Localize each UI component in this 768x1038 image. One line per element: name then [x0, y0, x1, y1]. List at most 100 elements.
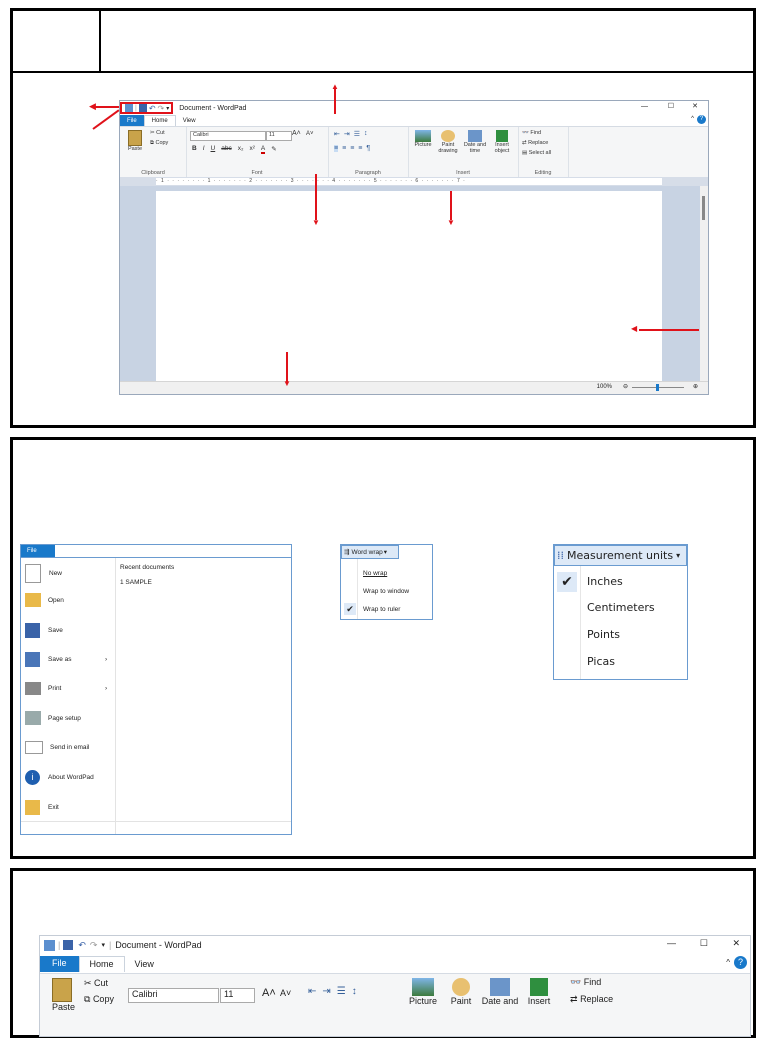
minimize-icon[interactable]: — [641, 103, 648, 110]
close-icon[interactable]: ✕ [692, 102, 698, 110]
save-icon[interactable] [138, 104, 147, 112]
menu-item-save-as[interactable]: Save as › [25, 652, 107, 667]
undo-icon[interactable]: ↶ [78, 940, 86, 951]
word-wrap-button[interactable]: ⇶ Word wrap ▾ [341, 545, 399, 559]
paste-button[interactable]: Paste [52, 978, 75, 1012]
menu-item-picas[interactable]: Picas [587, 655, 615, 668]
font-size-select[interactable]: 11 [266, 131, 292, 141]
bullets-icon[interactable]: ☰ [354, 130, 360, 138]
menu-item-page-setup[interactable]: Page setup [25, 711, 81, 725]
insert-object-button[interactable]: Insert [524, 978, 554, 1006]
help-icon[interactable]: ? [734, 956, 747, 969]
menu-item-wrap-to-ruler[interactable]: Wrap to ruler [363, 606, 400, 613]
menu-item-no-wrap[interactable]: No wrap [363, 570, 387, 577]
ruler[interactable]: · 1 · · · · · · · · 1 · · · · · · · 2 · … [120, 177, 708, 186]
close-icon[interactable]: ✕ [732, 938, 740, 949]
menu-item-about[interactable]: i About WordPad [25, 770, 94, 785]
bold-button[interactable]: B [192, 145, 197, 154]
paint-drawing-button[interactable]: Paint [446, 978, 476, 1006]
shrink-font-icon[interactable]: A˅ [280, 988, 291, 998]
tab-home[interactable]: Home [78, 956, 125, 972]
redo-icon[interactable]: ↷ [158, 104, 165, 113]
paste-button[interactable]: Paste [126, 130, 144, 152]
superscript-button[interactable]: x² [249, 145, 254, 154]
grow-font-icon[interactable]: A˄ [262, 987, 276, 999]
replace-button[interactable]: ⇄ Replace [522, 140, 548, 146]
strikethrough-button[interactable]: abc [221, 145, 231, 154]
italic-button[interactable]: I [203, 145, 205, 154]
increase-indent-icon[interactable]: ⇥ [344, 130, 350, 138]
cut-button[interactable]: ✂ Cut [84, 978, 108, 989]
line-spacing-icon[interactable]: ↕ [352, 986, 357, 997]
select-all-button[interactable]: ▤ Select all [522, 150, 551, 156]
menu-item-send-email[interactable]: Send in email [25, 741, 89, 754]
find-button[interactable]: 👓 Find [570, 977, 601, 988]
collapse-ribbon-icon[interactable]: ^ [726, 958, 730, 967]
file-menu-tab[interactable]: File [21, 545, 55, 557]
align-right-icon[interactable]: ≡ [350, 145, 354, 152]
zoom-out-icon[interactable]: ⊖ [623, 383, 628, 390]
tab-view[interactable]: View [125, 957, 164, 971]
underline-button[interactable]: U [211, 145, 216, 154]
increase-indent-icon[interactable]: ⇥ [322, 986, 330, 997]
help-icon[interactable]: ? [697, 115, 706, 124]
save-icon[interactable] [63, 940, 74, 950]
date-time-button[interactable]: Date and time [462, 130, 488, 154]
bullets-icon[interactable]: ☰ [337, 986, 346, 997]
menu-item-wrap-to-window[interactable]: Wrap to window [363, 588, 409, 595]
zoom-slider[interactable] [632, 384, 684, 391]
zoom-in-icon[interactable]: ⊕ [693, 383, 698, 390]
scroll-thumb[interactable] [702, 196, 705, 220]
menu-item-print[interactable]: Print › [25, 682, 107, 695]
tab-view[interactable]: View [176, 115, 203, 126]
wordpad-app-icon[interactable] [125, 104, 133, 112]
picture-button[interactable]: Picture [408, 978, 438, 1006]
decrease-indent-icon[interactable]: ⇤ [308, 986, 316, 997]
insert-object-button[interactable]: Insert object [490, 130, 514, 154]
tab-home[interactable]: Home [143, 115, 176, 126]
copy-button[interactable]: ⧉ Copy [84, 994, 114, 1005]
maximize-icon[interactable]: ☐ [668, 102, 674, 110]
customize-qat-icon[interactable]: ▾ [101, 941, 105, 949]
customize-qat-icon[interactable]: ▾ [166, 105, 169, 112]
maximize-icon[interactable]: ☐ [700, 938, 708, 949]
font-family-select[interactable]: Calibri [128, 988, 219, 1003]
paint-drawing-button[interactable]: Paint drawing [436, 130, 460, 154]
tab-file[interactable]: File [40, 956, 79, 972]
align-left-icon[interactable]: ≡ [334, 145, 339, 152]
menu-item-points[interactable]: Points [587, 628, 620, 641]
paragraph-icon[interactable]: ¶ [366, 145, 370, 152]
find-button[interactable]: 👓 Find [522, 130, 541, 136]
subscript-button[interactable]: x₂ [238, 145, 244, 154]
picture-button[interactable]: Picture [412, 130, 434, 148]
align-center-icon[interactable]: ≡ [342, 145, 346, 152]
date-time-button[interactable]: Date and [478, 978, 522, 1006]
collapse-ribbon-icon[interactable]: ^ [691, 116, 694, 122]
line-spacing-icon[interactable]: ↕ [364, 130, 368, 138]
font-family-select[interactable]: Calibri [190, 131, 266, 141]
minimize-icon[interactable]: — [667, 938, 676, 948]
vertical-scrollbar[interactable] [700, 186, 708, 382]
decrease-indent-icon[interactable]: ⇤ [334, 130, 340, 138]
grow-font-icon[interactable]: A˄ [292, 130, 301, 137]
redo-icon[interactable]: ↷ [90, 940, 98, 951]
replace-button[interactable]: ⇄ Replace [570, 994, 613, 1005]
menu-item-inches[interactable]: Inches [587, 575, 623, 588]
recent-document-item[interactable]: 1 SAMPLE [120, 579, 152, 586]
highlight-icon[interactable]: ✎ [271, 145, 276, 154]
menu-item-save[interactable]: Save [25, 623, 63, 638]
cut-button[interactable]: ✂ Cut [150, 130, 165, 136]
wordpad-app-icon[interactable] [44, 939, 55, 951]
font-color-icon[interactable]: A [260, 145, 266, 154]
measurement-units-button[interactable]: ⁞⁞ Measurement units ▾ [554, 545, 687, 566]
menu-item-open[interactable]: Open [25, 593, 64, 607]
copy-button[interactable]: ⧉ Copy [150, 140, 168, 147]
undo-icon[interactable]: ↶ [149, 104, 156, 113]
zoom-slider-thumb[interactable] [656, 384, 659, 391]
menu-item-centimeters[interactable]: Centimeters [587, 601, 655, 614]
font-size-select[interactable]: 11 [220, 988, 255, 1003]
justify-icon[interactable]: ≡ [358, 145, 362, 152]
document-page[interactable] [156, 191, 662, 382]
shrink-font-icon[interactable]: A˅ [306, 131, 314, 137]
tab-file[interactable]: File [120, 115, 144, 126]
